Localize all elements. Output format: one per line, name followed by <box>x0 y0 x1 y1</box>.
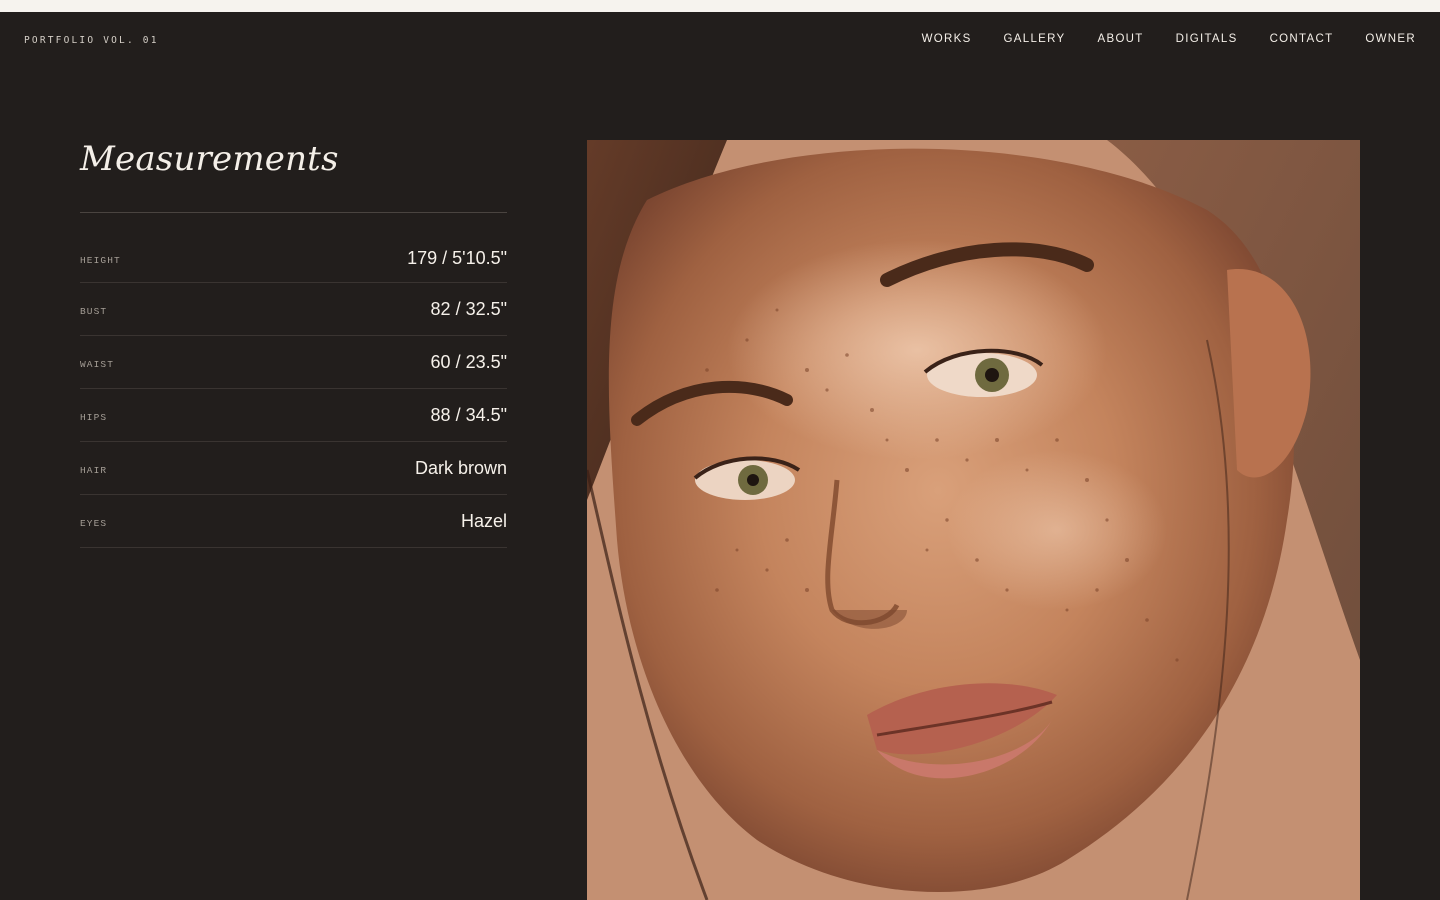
measurement-label: BUST <box>80 305 108 317</box>
portrait-illustration <box>587 140 1360 900</box>
portrait-photo <box>587 140 1360 900</box>
measurement-value: 60 / 23.5" <box>430 351 507 372</box>
measurement-label: HIPS <box>80 411 108 423</box>
main-nav: WORKS GALLERY ABOUT DIGITALS CONTACT OWN… <box>922 33 1416 45</box>
measurement-row-hair: HAIR Dark brown <box>80 442 507 495</box>
nav-link-digitals[interactable]: DIGITALS <box>1176 33 1238 45</box>
brand-label[interactable]: PORTFOLIO VOL. 01 <box>24 35 159 46</box>
measurement-value: 88 / 34.5" <box>430 404 507 425</box>
page-title: Measurements <box>80 139 339 179</box>
browser-top-strip <box>0 0 1440 12</box>
measurement-row-height: HEIGHT 179 / 5'10.5" <box>80 234 507 283</box>
measurement-value: 82 / 32.5" <box>430 298 507 319</box>
site-header: PORTFOLIO VOL. 01 WORKS GALLERY ABOUT DI… <box>0 12 1440 68</box>
measurements-list: HEIGHT 179 / 5'10.5" BUST 82 / 32.5" WAI… <box>80 234 507 548</box>
measurement-value: Dark brown <box>414 457 507 478</box>
measurement-row-hips: HIPS 88 / 34.5" <box>80 389 507 442</box>
measurement-row-bust: BUST 82 / 32.5" <box>80 283 507 336</box>
measurement-label: HAIR <box>80 464 108 476</box>
nav-link-contact[interactable]: CONTACT <box>1270 33 1334 45</box>
measurement-value: 179 / 5'10.5" <box>407 247 507 268</box>
measurement-row-waist: WAIST 60 / 23.5" <box>80 336 507 389</box>
nav-link-works[interactable]: WORKS <box>922 33 972 45</box>
measurements-section: Measurements HEIGHT 179 / 5'10.5" BUST 8… <box>80 136 507 548</box>
measurement-label: EYES <box>80 517 108 529</box>
measurement-row-eyes: EYES Hazel <box>80 495 507 548</box>
measurement-label: WAIST <box>80 358 115 370</box>
nav-link-about[interactable]: ABOUT <box>1098 33 1144 45</box>
measurement-label: HEIGHT <box>80 254 121 266</box>
title-divider <box>80 212 507 213</box>
nav-link-gallery[interactable]: GALLERY <box>1004 33 1066 45</box>
nav-link-owner[interactable]: OWNER <box>1365 33 1416 45</box>
measurement-value: Hazel <box>460 510 507 531</box>
